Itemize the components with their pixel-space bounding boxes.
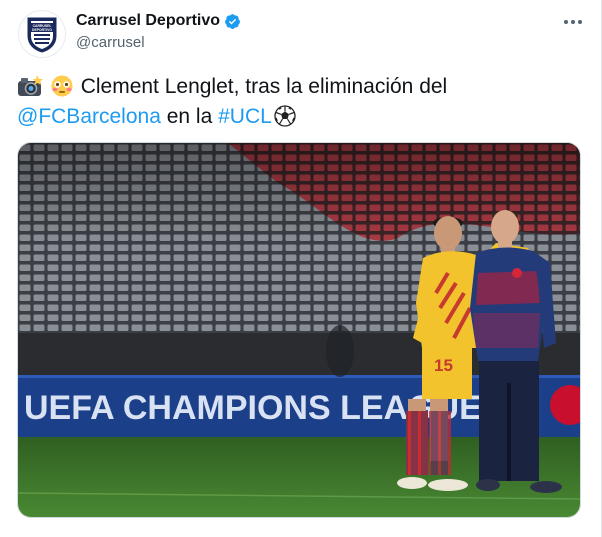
dot-icon: [571, 20, 575, 24]
dot-icon: [578, 20, 582, 24]
avatar-text-line2: DEPORTIVO: [32, 28, 52, 32]
club-shield-icon: CARRUSEL DEPORTIVO: [27, 17, 57, 53]
author-name-row: Carrusel Deportivo: [76, 12, 241, 30]
tweet-card: CARRUSEL DEPORTIVO Carrusel Deportivo @c…: [0, 0, 602, 537]
tweet-text-part1: Clement Lenglet, tras la eliminación del: [80, 75, 448, 98]
tweet-text-part2: en la: [166, 105, 213, 128]
shirt-number: 15: [434, 356, 453, 375]
flushed-face-emoji: [51, 75, 73, 97]
avatar[interactable]: CARRUSEL DEPORTIVO: [18, 10, 66, 58]
author-handle[interactable]: @carrusel: [76, 34, 145, 51]
hashtag-link[interactable]: #UCL: [218, 105, 272, 128]
dot-icon: [564, 20, 568, 24]
tweet-text: Clement Lenglet, tras la eliminación del…: [17, 72, 587, 132]
tweet-photo[interactable]: UEFA CHAMPIONS LEAGUE 15: [17, 142, 581, 518]
more-options-button[interactable]: [560, 12, 586, 32]
display-name[interactable]: Carrusel Deportivo: [76, 12, 220, 30]
camera-flash-emoji: [18, 75, 43, 96]
verified-badge-icon: [225, 13, 240, 29]
soccer-ball-emoji: [274, 105, 296, 127]
stadium-photo: UEFA CHAMPIONS LEAGUE 15: [18, 143, 580, 517]
mention-link[interactable]: @FCBarcelona: [17, 105, 161, 128]
